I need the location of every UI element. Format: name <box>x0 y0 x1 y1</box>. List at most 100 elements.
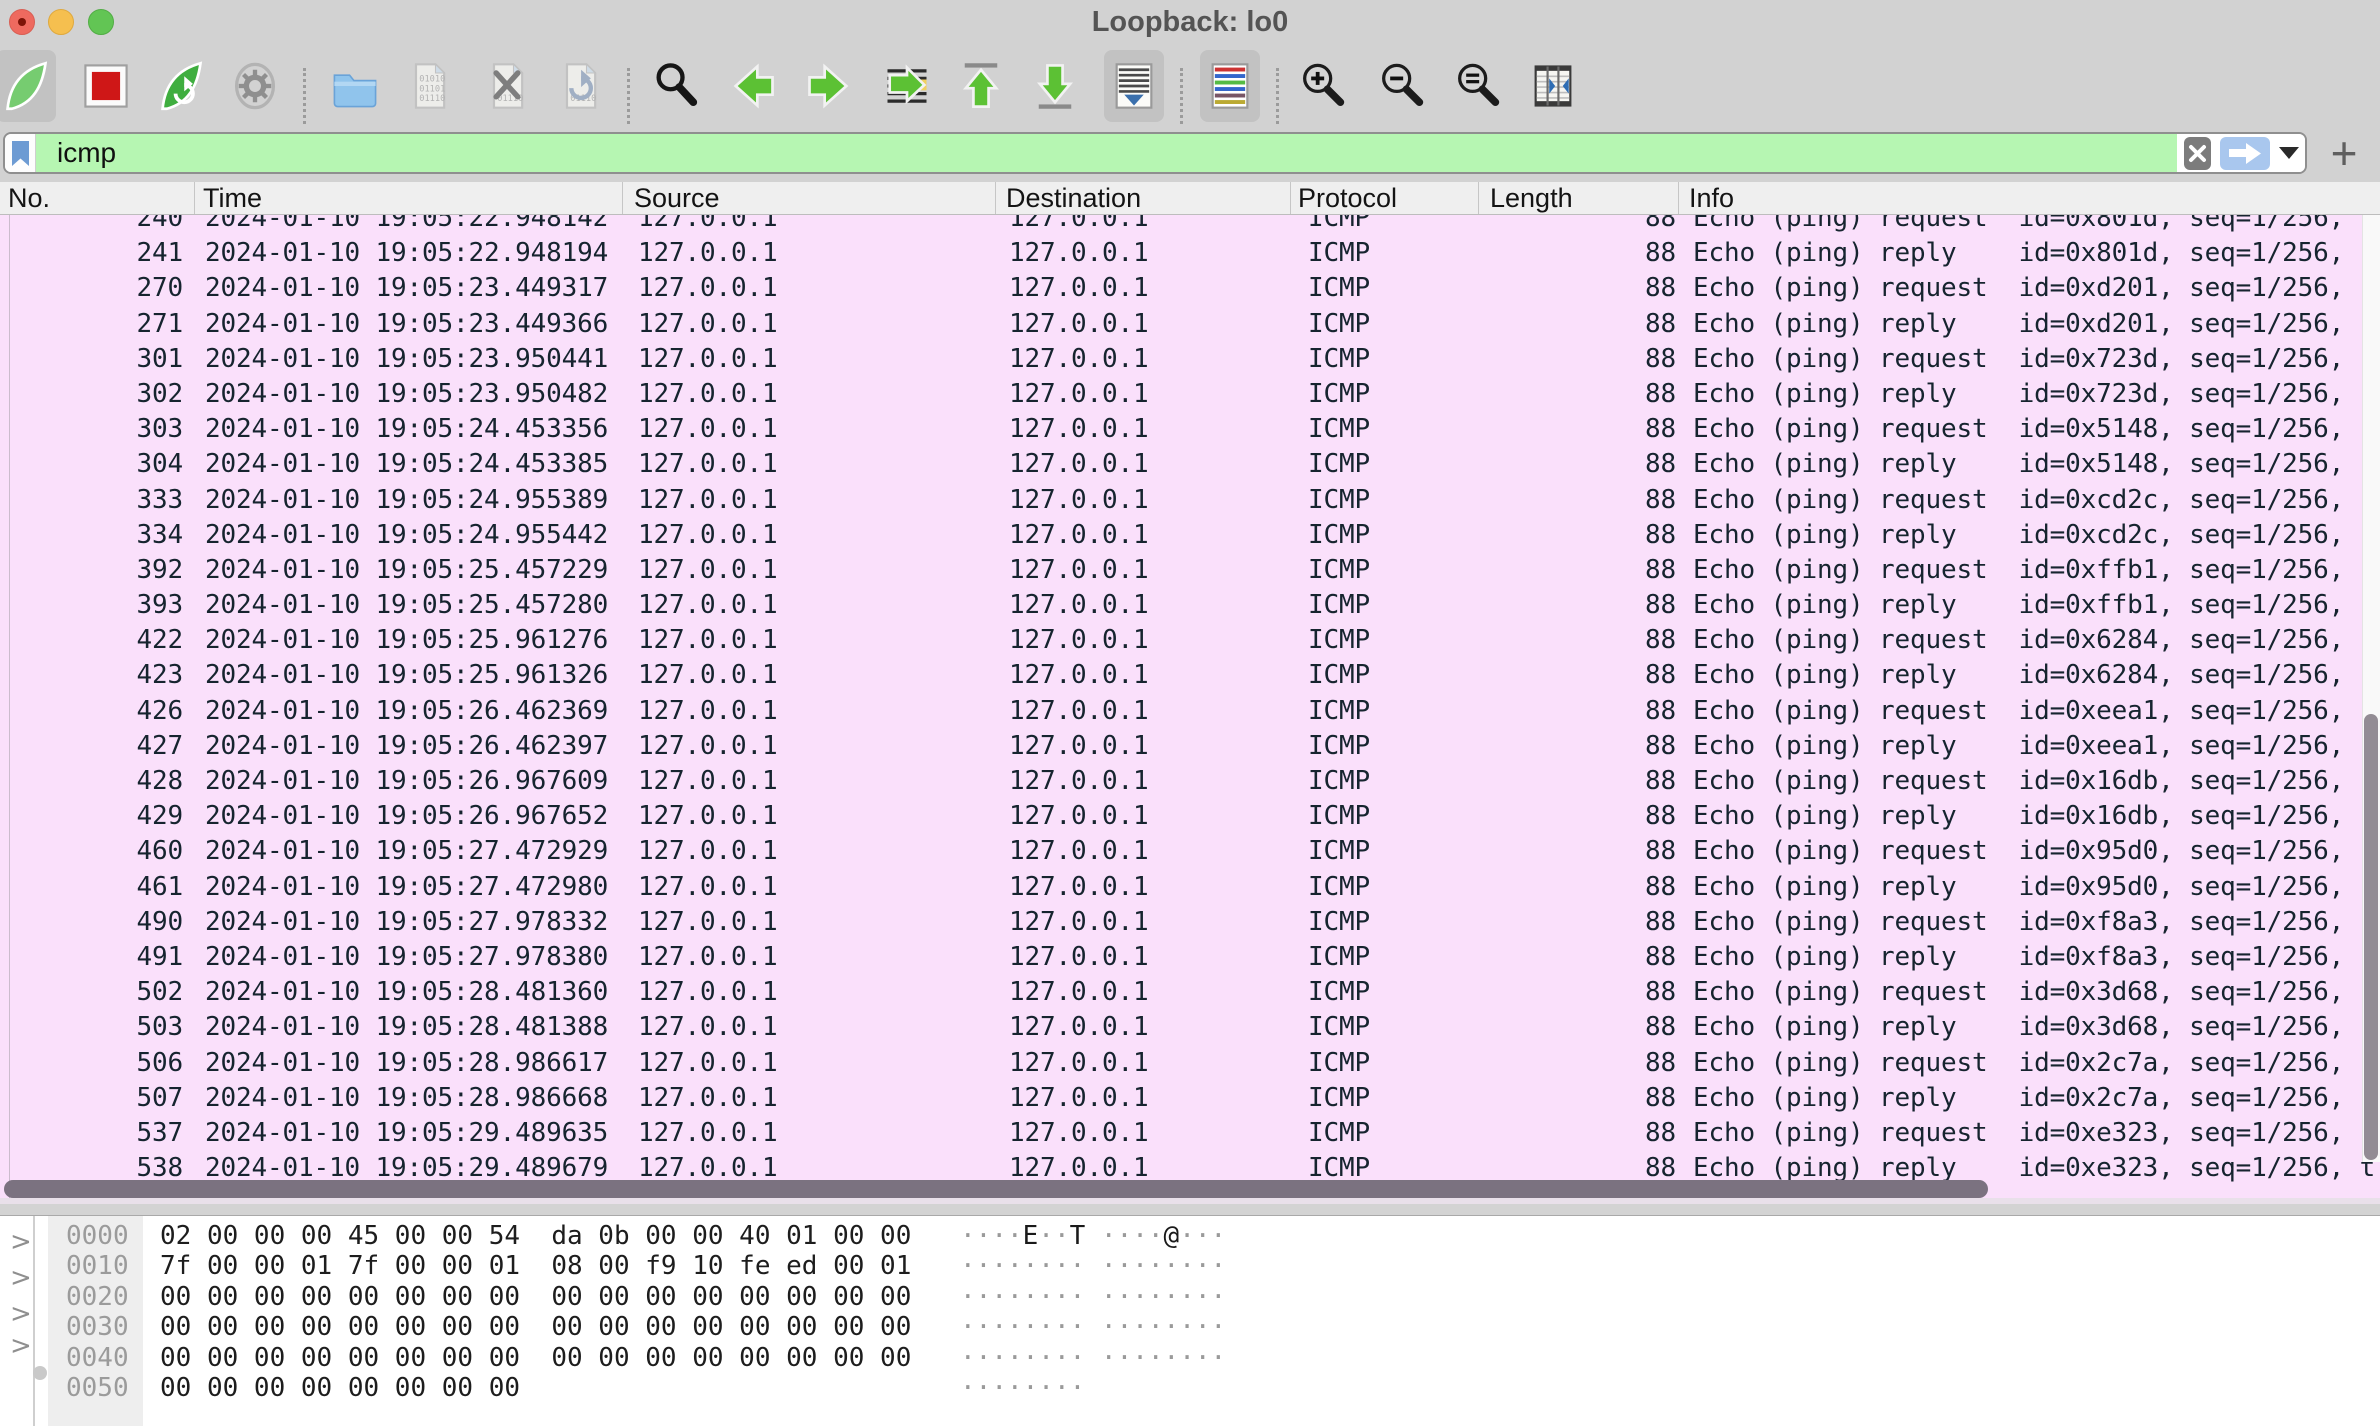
cell-dst: 127.0.0.1 <box>1009 799 1149 834</box>
packet-row[interactable]: 3342024-01-10 19:05:24.955442127.0.0.112… <box>0 518 2380 553</box>
packet-list[interactable]: 2402024-01-10 19:05:22.948142127.0.0.112… <box>0 215 2380 1198</box>
stop-capture-icon[interactable] <box>80 60 132 112</box>
go-back-icon[interactable] <box>727 60 779 112</box>
hex-row[interactable]: 000002 00 00 00 45 00 00 54 da 0b 00 00 … <box>0 1221 2380 1251</box>
column-divider[interactable] <box>995 182 996 214</box>
packet-row[interactable]: 5022024-01-10 19:05:28.481360127.0.0.112… <box>0 975 2380 1010</box>
filter-bookmark-button[interactable] <box>5 134 36 172</box>
column-header-source[interactable]: Source <box>634 183 720 214</box>
clear-filter-button[interactable] <box>2184 137 2211 170</box>
cell-dst: 127.0.0.1 <box>1009 271 1149 306</box>
add-filter-button-plus-icon[interactable]: + <box>2320 130 2368 178</box>
horizontal-scrollbar-thumb[interactable] <box>4 1180 1988 1198</box>
column-header-no[interactable]: No. <box>8 183 50 214</box>
display-filter-field[interactable]: icmp <box>3 132 2307 174</box>
restart-capture-icon[interactable] <box>155 60 207 112</box>
go-to-packet-icon[interactable] <box>881 60 933 112</box>
packet-bytes-pane[interactable]: 000002 00 00 00 45 00 00 54 da 0b 00 00 … <box>0 1221 2380 1403</box>
cell-no: 490 <box>40 905 183 940</box>
column-divider[interactable] <box>1290 182 1291 214</box>
cell-info: Echo (ping) reply id=0x16db, seq=1/256, <box>1693 799 2344 834</box>
column-header-info[interactable]: Info <box>1689 183 1734 214</box>
toolbar-separator <box>1276 68 1279 124</box>
packet-row[interactable]: 4262024-01-10 19:05:26.462369127.0.0.112… <box>0 694 2380 729</box>
column-divider[interactable] <box>1678 182 1679 214</box>
packet-row[interactable]: 2712024-01-10 19:05:23.449366127.0.0.112… <box>0 307 2380 342</box>
packet-row[interactable]: 2402024-01-10 19:05:22.948142127.0.0.112… <box>0 215 2380 236</box>
packet-row[interactable]: 4292024-01-10 19:05:26.967652127.0.0.112… <box>0 799 2380 834</box>
go-forward-icon[interactable] <box>803 60 855 112</box>
packet-row[interactable]: 5372024-01-10 19:05:29.489635127.0.0.112… <box>0 1116 2380 1151</box>
cell-no: 429 <box>40 799 183 834</box>
start-capture-icon[interactable] <box>0 60 52 112</box>
hex-row[interactable]: 005000 00 00 00 00 00 00 00········ <box>0 1373 2380 1403</box>
packet-row[interactable]: 3922024-01-10 19:05:25.457229127.0.0.112… <box>0 553 2380 588</box>
zoom-window-button[interactable] <box>88 9 114 35</box>
hex-bytes: 00 00 00 00 00 00 00 00 <box>160 1373 520 1403</box>
close-file-icon[interactable]: 01110 <box>481 60 533 112</box>
hex-row[interactable]: 002000 00 00 00 00 00 00 00 00 00 00 00 … <box>0 1282 2380 1312</box>
packet-row[interactable]: 3932024-01-10 19:05:25.457280127.0.0.112… <box>0 588 2380 623</box>
apply-filter-button[interactable] <box>2220 137 2270 170</box>
cell-time: 2024-01-10 19:05:25.457280 <box>205 588 608 623</box>
packet-row[interactable]: 3332024-01-10 19:05:24.955389127.0.0.112… <box>0 483 2380 518</box>
column-divider[interactable] <box>622 182 623 214</box>
filter-input[interactable]: icmp <box>36 134 2177 172</box>
go-last-icon[interactable] <box>1029 60 1081 112</box>
column-header-protocol[interactable]: Protocol <box>1298 183 1397 214</box>
resize-columns-icon[interactable] <box>1527 60 1579 112</box>
packet-row[interactable]: 4282024-01-10 19:05:26.967609127.0.0.112… <box>0 764 2380 799</box>
cell-src: 127.0.0.1 <box>638 518 778 553</box>
zoom-normal-icon[interactable] <box>1451 60 1503 112</box>
cell-no: 491 <box>40 940 183 975</box>
column-divider[interactable] <box>194 182 195 214</box>
packet-row[interactable]: 4902024-01-10 19:05:27.978332127.0.0.112… <box>0 905 2380 940</box>
packet-row[interactable]: 3012024-01-10 19:05:23.950441127.0.0.112… <box>0 342 2380 377</box>
capture-options-gear-icon[interactable] <box>229 60 281 112</box>
packet-row[interactable]: 4222024-01-10 19:05:25.961276127.0.0.112… <box>0 623 2380 658</box>
packet-row[interactable]: 2702024-01-10 19:05:23.449317127.0.0.112… <box>0 271 2380 306</box>
filter-controls <box>2177 134 2305 172</box>
packet-row[interactable]: 3022024-01-10 19:05:23.950482127.0.0.112… <box>0 377 2380 412</box>
save-file-icon[interactable]: 010100110101110 <box>403 60 455 112</box>
zoom-in-icon[interactable] <box>1296 60 1348 112</box>
packet-row[interactable]: 5032024-01-10 19:05:28.481388127.0.0.112… <box>0 1010 2380 1045</box>
cell-len: 88 <box>1580 905 1676 940</box>
hex-offset: 0010 <box>66 1251 129 1281</box>
cell-time: 2024-01-10 19:05:28.481360 <box>205 975 608 1010</box>
open-file-icon[interactable] <box>329 60 381 112</box>
packet-row[interactable]: 4912024-01-10 19:05:27.978380127.0.0.112… <box>0 940 2380 975</box>
close-window-button[interactable] <box>9 9 35 35</box>
column-divider[interactable] <box>1478 182 1479 214</box>
colorize-icon[interactable] <box>1204 60 1256 112</box>
pane-splitter[interactable] <box>0 1204 2380 1216</box>
column-header-length[interactable]: Length <box>1490 183 1573 214</box>
find-packet-icon[interactable] <box>650 60 702 112</box>
auto-scroll-icon[interactable] <box>1108 60 1160 112</box>
packet-row[interactable]: 5072024-01-10 19:05:28.986668127.0.0.112… <box>0 1081 2380 1116</box>
hex-row[interactable]: 003000 00 00 00 00 00 00 00 00 00 00 00 … <box>0 1312 2380 1342</box>
packet-row[interactable]: 4272024-01-10 19:05:26.462397127.0.0.112… <box>0 729 2380 764</box>
zoom-out-icon[interactable] <box>1375 60 1427 112</box>
packet-row[interactable]: 4232024-01-10 19:05:25.961326127.0.0.112… <box>0 658 2380 693</box>
packet-row[interactable]: 3032024-01-10 19:05:24.453356127.0.0.112… <box>0 412 2380 447</box>
minimize-window-button[interactable] <box>48 9 74 35</box>
cell-dst: 127.0.0.1 <box>1009 342 1149 377</box>
go-first-icon[interactable] <box>955 60 1007 112</box>
cell-info: Echo (ping) request id=0x6284, seq=1/256… <box>1693 623 2344 658</box>
packet-row[interactable]: 4602024-01-10 19:05:27.472929127.0.0.112… <box>0 834 2380 869</box>
reload-file-icon[interactable]: 01110 <box>554 60 606 112</box>
packet-row[interactable]: 2412024-01-10 19:05:22.948194127.0.0.112… <box>0 236 2380 271</box>
vertical-scrollbar-thumb[interactable] <box>2364 714 2378 1160</box>
packet-row[interactable]: 3042024-01-10 19:05:24.453385127.0.0.112… <box>0 447 2380 482</box>
cell-src: 127.0.0.1 <box>638 412 778 447</box>
filter-dropdown-icon[interactable] <box>2279 147 2299 159</box>
column-header-time[interactable]: Time <box>203 183 262 214</box>
hex-row[interactable]: 00107f 00 00 01 7f 00 00 01 08 00 f9 10 … <box>0 1251 2380 1281</box>
packet-row[interactable]: 5062024-01-10 19:05:28.986617127.0.0.112… <box>0 1046 2380 1081</box>
cell-pr: ICMP <box>1308 588 1370 623</box>
cell-pr: ICMP <box>1308 694 1370 729</box>
packet-row[interactable]: 4612024-01-10 19:05:27.472980127.0.0.112… <box>0 870 2380 905</box>
column-header-destination[interactable]: Destination <box>1006 183 1141 214</box>
hex-row[interactable]: 004000 00 00 00 00 00 00 00 00 00 00 00 … <box>0 1343 2380 1373</box>
